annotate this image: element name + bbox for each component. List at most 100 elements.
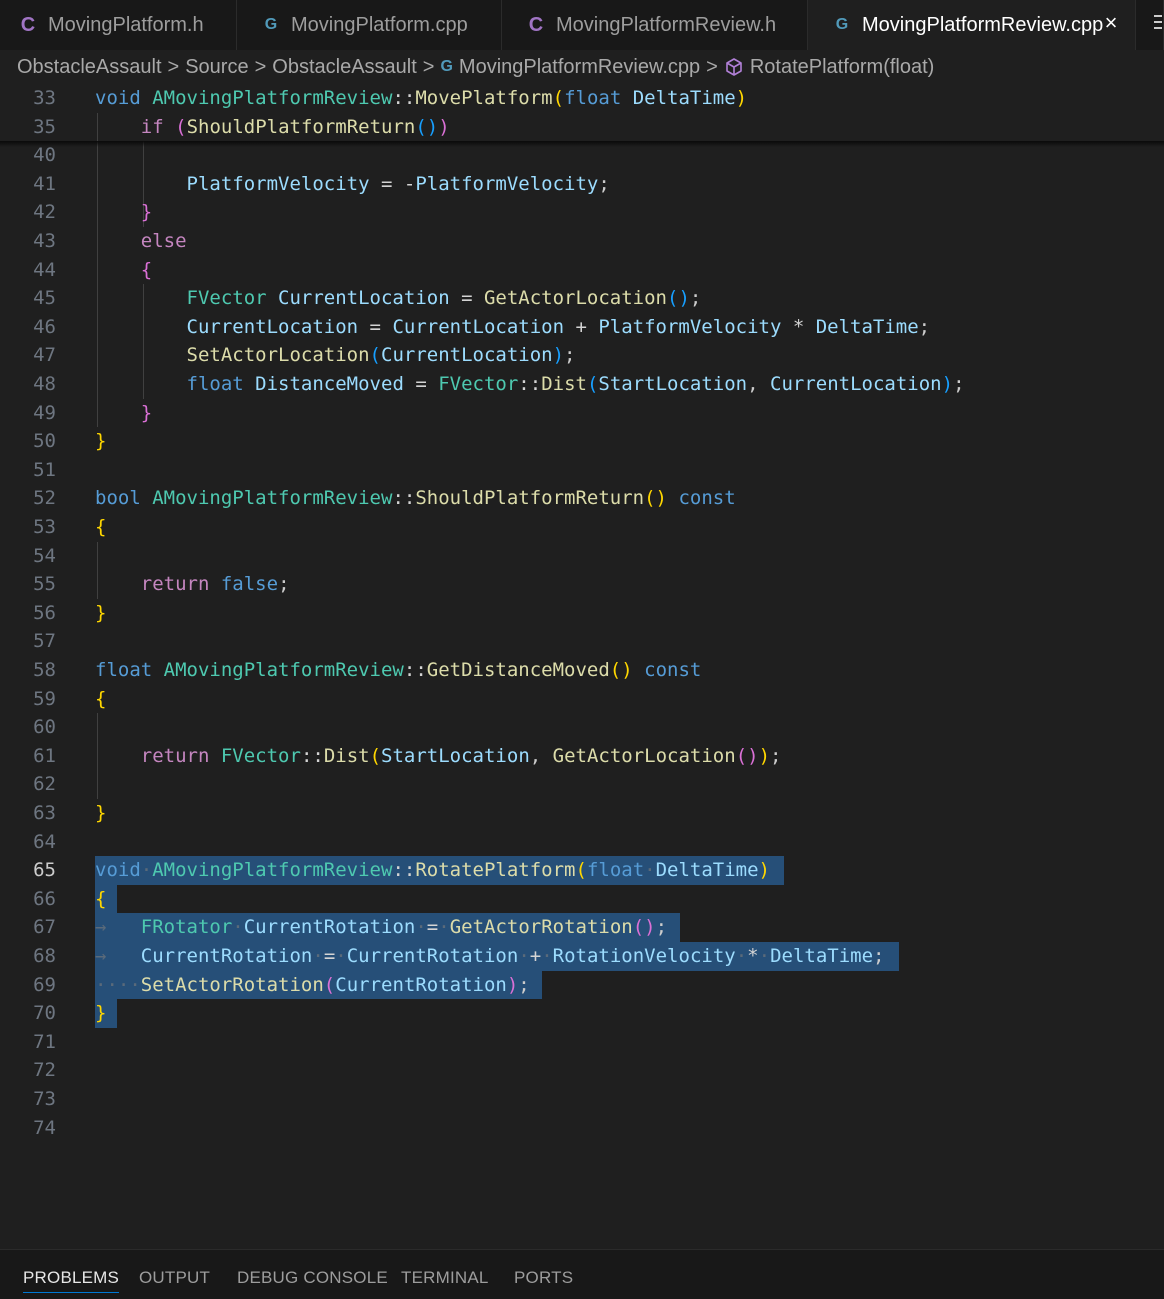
- breadcrumb-item-folder[interactable]: ObstacleAssault: [272, 56, 417, 79]
- code-token: +: [529, 945, 542, 967]
- code-token: ·: [415, 916, 427, 939]
- tab-movingplatform-h[interactable]: C MovingPlatform.h: [0, 0, 237, 50]
- code-token: return: [140, 744, 210, 767]
- panel-tab-output[interactable]: OUTPUT: [139, 1268, 210, 1288]
- cpp-file-icon: G: [264, 16, 278, 33]
- method-cube-icon: [726, 58, 742, 76]
- line-code: }: [95, 999, 106, 1028]
- code-line[interactable]: 51: [0, 456, 1164, 485]
- code-token: ;: [598, 172, 610, 195]
- code-token: Dist: [323, 744, 370, 767]
- panel-tab-problems[interactable]: PROBLEMS: [23, 1268, 120, 1293]
- code-token: {: [95, 687, 107, 710]
- line-code: float AMovingPlatformReview::GetDistance…: [95, 656, 701, 685]
- code-line[interactable]: 42 }: [0, 198, 1164, 227]
- line-number: 56: [33, 601, 56, 624]
- code-line[interactable]: 65 void·AMovingPlatformReview::RotatePlat…: [0, 856, 1164, 885]
- code-line[interactable]: 73: [0, 1085, 1164, 1114]
- breadcrumb: ObstacleAssault > Source > ObstacleAssau…: [0, 50, 1164, 84]
- code-line[interactable]: 53 {: [0, 513, 1164, 542]
- code-line[interactable]: 59 {: [0, 685, 1164, 714]
- panel-tab-ports[interactable]: PORTS: [514, 1268, 573, 1288]
- code-token: (: [586, 373, 599, 395]
- chevron-right-icon: >: [706, 55, 718, 78]
- code-token: =: [323, 945, 336, 967]
- tab-overflow[interactable]: [1136, 0, 1164, 50]
- breadcrumb-item-project[interactable]: ObstacleAssault: [17, 56, 162, 79]
- code-line[interactable]: 60: [0, 713, 1164, 742]
- breadcrumb-item-file[interactable]: MovingPlatformReview.cpp: [459, 56, 700, 79]
- code-line[interactable]: 71: [0, 1028, 1164, 1057]
- code-token: ·: [758, 945, 771, 967]
- chevron-right-icon: >: [167, 55, 180, 78]
- tab-label: MovingPlatform.h: [48, 13, 204, 36]
- c-header-icon: C: [20, 13, 36, 36]
- breadcrumb-item-symbol[interactable]: RotatePlatform(float): [750, 56, 935, 79]
- code-token: GetActorLocation: [483, 287, 667, 310]
- code-line[interactable]: 49 }: [0, 399, 1164, 428]
- code-line[interactable]: 46 CurrentLocation = CurrentLocation + P…: [0, 313, 1164, 342]
- editor-tab-bar: C MovingPlatform.h G MovingPlatform.cpp …: [0, 0, 1164, 50]
- code-line[interactable]: 43 else: [0, 227, 1164, 256]
- code-line[interactable]: 58 float AMovingPlatformReview::GetDistan…: [0, 656, 1164, 685]
- tab-movingplatform-cpp[interactable]: G MovingPlatform.cpp: [237, 0, 502, 50]
- code-token: DeltaTime: [815, 315, 919, 338]
- line-number: 53: [33, 516, 56, 538]
- code-token: ): [735, 87, 748, 109]
- code-line[interactable]: 67 → FRotator·CurrentRotation·=·GetActorR…: [0, 913, 1164, 942]
- code-line[interactable]: 47 SetActorLocation(CurrentLocation);: [0, 341, 1164, 370]
- code-line[interactable]: 70}: [0, 999, 1164, 1028]
- line-code: return false;: [95, 570, 290, 599]
- code-token: }: [95, 601, 107, 624]
- code-token: ,: [747, 373, 771, 395]
- panel-tab-terminal[interactable]: TERMINAL: [401, 1268, 489, 1288]
- code-line[interactable]: 35 if (ShouldPlatformReturn()): [0, 113, 1164, 142]
- code-editor[interactable]: 33 void AMovingPlatformReview::MovePlatfo…: [0, 84, 1164, 1249]
- code-line[interactable]: 57: [0, 627, 1164, 656]
- code-line[interactable]: 66 {: [0, 885, 1164, 914]
- code-line[interactable]: 62: [0, 770, 1164, 799]
- tab-movingplatformreview-cpp[interactable]: G MovingPlatformReview.cpp ×: [808, 0, 1136, 50]
- code-token: = -: [369, 172, 416, 195]
- code-line[interactable]: 41 PlatformVelocity = -PlatformVelocity;: [0, 170, 1164, 199]
- line-code: → FRotator·CurrentRotation·=·GetActorRot…: [95, 913, 667, 942]
- panel-tab-debug-console[interactable]: DEBUG CONSOLE: [237, 1268, 388, 1288]
- code-token: else: [140, 230, 187, 252]
- code-token: (: [323, 973, 336, 996]
- tab-label: MovingPlatform.cpp: [291, 13, 468, 36]
- code-line[interactable]: 72: [0, 1056, 1164, 1085]
- code-token: ): [758, 744, 771, 767]
- code-token: (: [369, 344, 381, 367]
- breadcrumb-item-source[interactable]: Source: [185, 56, 248, 79]
- line-code: if (ShouldPlatformReturn()): [95, 113, 450, 142]
- code-line[interactable]: 33 void AMovingPlatformReview::MovePlatfo…: [0, 84, 1164, 113]
- code-line[interactable]: 44 {: [0, 256, 1164, 285]
- code-line[interactable]: 68 → CurrentRotation·=·CurrentRotation·+·…: [0, 942, 1164, 971]
- code-line[interactable]: 64: [0, 828, 1164, 857]
- code-line[interactable]: 52 bool AMovingPlatformReview::ShouldPlat…: [0, 484, 1164, 513]
- code-line[interactable]: 54: [0, 542, 1164, 571]
- code-line[interactable]: 74: [0, 1114, 1164, 1143]
- code-line[interactable]: 63}: [0, 799, 1164, 828]
- code-token: CurrentRotation: [346, 945, 519, 967]
- tab-movingplatformreview-h[interactable]: C MovingPlatformReview.h: [502, 0, 808, 50]
- code-line[interactable]: 56}: [0, 599, 1164, 628]
- code-line[interactable]: 55 return false;: [0, 570, 1164, 599]
- code-line[interactable]: 50}: [0, 427, 1164, 456]
- code-line[interactable]: 61 return FVector::Dist(StartLocation, G…: [0, 742, 1164, 771]
- code-token: void: [95, 87, 141, 109]
- code-line[interactable]: 48 float DistanceMoved = FVector::Dist(S…: [0, 370, 1164, 399]
- code-token: MovePlatform: [415, 87, 553, 109]
- code-token: DistanceMoved: [255, 373, 404, 395]
- code-line[interactable]: 45 FVector CurrentLocation = GetActorLoc…: [0, 284, 1164, 313]
- code-line[interactable]: 69 ····SetActorRotation(CurrentRotation);: [0, 971, 1164, 1000]
- more-tabs-icon[interactable]: [1153, 12, 1163, 34]
- code-token: if: [140, 115, 164, 138]
- close-icon[interactable]: ×: [1101, 11, 1121, 35]
- code-token: (): [667, 287, 690, 310]
